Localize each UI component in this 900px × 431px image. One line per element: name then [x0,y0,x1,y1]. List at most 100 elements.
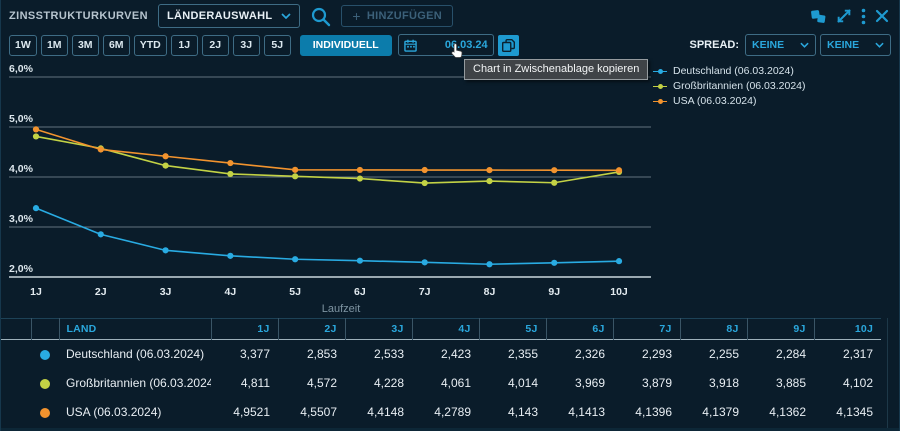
value-cell: 4,1379 [680,398,747,427]
data-point[interactable] [357,167,363,173]
data-point[interactable] [33,133,39,139]
range-button-6M[interactable]: 6M [103,35,130,56]
row-spacer [1,369,31,398]
value-cell: 2,317 [814,340,881,369]
spread-controls: SPREAD: KEINE KEINE [689,34,891,56]
data-point[interactable] [551,180,557,186]
header-dot-col [31,319,59,340]
data-point[interactable] [422,259,428,265]
data-point[interactable] [551,167,557,173]
linked-windows-icon[interactable] [810,8,827,25]
data-point[interactable] [422,167,428,173]
data-point[interactable] [98,146,104,152]
value-cell: 4,061 [412,369,479,398]
data-point[interactable] [292,256,298,262]
data-point[interactable] [33,205,39,211]
column-header-LAND: LAND [59,319,211,340]
value-cell: 4,1413 [546,398,613,427]
data-point[interactable] [33,126,39,132]
spread-select-2[interactable]: KEINE [820,34,891,56]
spread-select-1[interactable]: KEINE [745,34,816,56]
add-country-button[interactable]: + HINZUFÜGEN [341,5,453,27]
legend-label: USA (06.03.2024) [673,95,756,107]
legend-item[interactable]: USA (06.03.2024) [653,94,806,108]
table-row[interactable]: Deutschland (06.03.2024)3,3772,8532,5332… [1,340,881,369]
value-cell: 4,014 [479,369,546,398]
range-button-1J[interactable]: 1J [171,35,198,56]
expand-icon[interactable] [836,8,852,24]
copy-icon [501,38,516,53]
value-cell: 4,102 [814,369,881,398]
data-point[interactable] [486,178,492,184]
value-cell: 2,255 [680,340,747,369]
range-button-YTD[interactable]: YTD [134,35,167,56]
country-dot-icon [40,350,50,360]
data-point[interactable] [486,167,492,173]
chart-legend: Deutschland (06.03.2024) Großbritannien (… [653,64,806,108]
legend-item[interactable]: Großbritannien (06.03.2024) [653,79,806,93]
values-table: LAND1J2J3J4J5J6J7J8J9J10J Deutschland (0… [1,318,881,427]
legend-marker-icon [653,68,667,74]
x-axis-tick-label: 10J [610,286,628,298]
value-cell: 2,853 [278,340,345,369]
range-button-3J[interactable]: 3J [233,35,260,56]
chevron-down-icon [875,42,884,48]
table-row[interactable]: USA (06.03.2024)4,95214,55074,41484,2789… [1,398,881,427]
table-row[interactable]: Großbritannien (06.03.2024)4,8114,5724,2… [1,369,881,398]
data-point[interactable] [616,258,622,264]
range-button-1M[interactable]: 1M [41,35,68,56]
row-spacer [1,398,31,427]
value-cell: 3,885 [747,369,814,398]
row-spacer [1,340,31,369]
data-point[interactable] [357,175,363,181]
data-point[interactable] [292,173,298,179]
x-axis-tick-label: 8J [484,286,496,298]
value-cell: 4,5507 [278,398,345,427]
series-line [36,129,619,170]
country-select[interactable]: LÄNDERAUSWAHL [158,4,300,28]
date-value: 06.03.24 [445,39,488,51]
data-point[interactable] [486,261,492,267]
date-picker[interactable]: 06.03.24 [398,34,494,56]
column-header-6J: 6J [546,319,613,340]
legend-label: Großbritannien (06.03.2024) [673,80,806,92]
data-point[interactable] [98,231,104,237]
value-cell: 3,879 [613,369,680,398]
x-axis-tick-label: 3J [160,286,172,298]
range-buttons: 1W1M3M6MYTD1J2J3J5J [9,35,291,56]
legend-marker-icon [653,83,667,89]
data-point[interactable] [551,260,557,266]
data-point[interactable] [227,160,233,166]
data-point[interactable] [422,180,428,186]
legend-item[interactable]: Deutschland (06.03.2024) [653,64,806,78]
range-button-5J[interactable]: 5J [264,35,291,56]
data-point[interactable] [162,163,168,169]
individual-range-button[interactable]: INDIVIDUELL [300,35,392,56]
range-button-3M[interactable]: 3M [72,35,99,56]
data-point[interactable] [162,153,168,159]
data-point[interactable] [357,258,363,264]
range-button-2J[interactable]: 2J [202,35,229,56]
column-header-1J: 1J [211,319,278,340]
value-cell: 4,2789 [412,398,479,427]
y-axis-tick-label: 6,0% [9,63,34,75]
y-axis-tick-label: 4,0% [9,163,34,175]
data-point[interactable] [227,171,233,177]
copy-chart-button[interactable] [498,35,519,56]
kebab-menu-icon[interactable] [861,8,866,25]
value-cell: 4,1362 [747,398,814,427]
chevron-down-icon [800,42,809,48]
range-button-1W[interactable]: 1W [9,35,37,56]
country-label: USA (06.03.2024) [59,398,211,427]
country-label: Deutschland (06.03.2024) [59,340,211,369]
chart-toolbar: 1W1M3M6MYTD1J2J3J5J INDIVIDUELL 06.03.24… [1,31,899,59]
data-point[interactable] [162,247,168,253]
row-dot-cell [31,398,59,427]
plus-icon: + [352,9,360,23]
search-button[interactable] [310,6,331,27]
value-cell: 4,1396 [613,398,680,427]
data-point[interactable] [292,167,298,173]
data-point[interactable] [616,167,622,173]
close-icon[interactable] [875,9,889,23]
data-point[interactable] [227,253,233,259]
